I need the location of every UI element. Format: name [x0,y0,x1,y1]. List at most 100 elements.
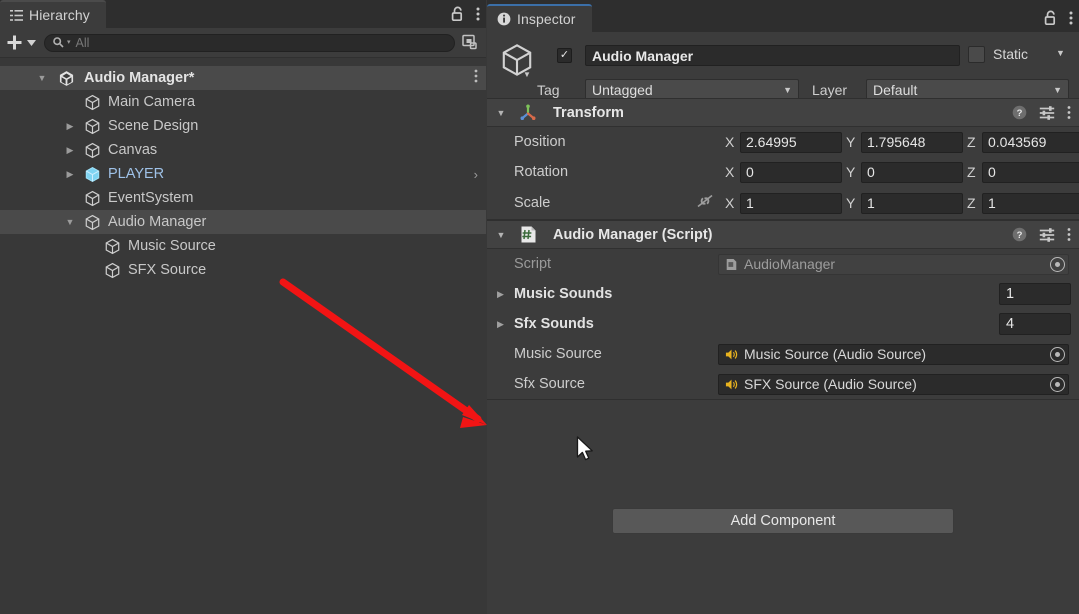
hierarchy-row-player[interactable]: ▶ PLAYER › [0,162,486,186]
position-x-input[interactable]: 2.64995 [740,131,842,153]
lock-open-icon[interactable] [451,6,465,22]
add-component-button[interactable]: Add Component [612,508,954,534]
unity-editor-window: Hierarchy ▾ All ▼ Audio Manager* Main Ca… [0,0,1079,614]
chevron-down-icon: ▼ [783,84,792,95]
layer-dropdown[interactable]: Default ▼ [866,79,1069,100]
tab-hierarchy[interactable]: Hierarchy [0,0,106,28]
axis-z-label: Z [967,134,976,150]
preset-sliders-icon[interactable] [1039,227,1055,242]
hierarchy-row-label: EventSystem [108,190,194,206]
hierarchy-row-audio-manager[interactable]: ▼ Audio Manager [0,210,486,234]
object-picker-icon[interactable] [1050,376,1065,392]
layer-value: Default [873,81,918,98]
scale-z-value: 1 [988,195,996,211]
rotation-y-input[interactable]: 0 [861,161,963,183]
gameobject-cube-icon [84,94,104,111]
foldout-closed-icon[interactable]: ▶ [497,319,504,330]
scale-x-input[interactable]: 1 [740,192,842,214]
kebab-menu-icon[interactable] [1069,10,1073,26]
kebab-menu-icon[interactable] [1067,227,1071,242]
music-sounds-size-input[interactable]: 1 [999,283,1071,305]
music-sounds-row: ▶ Music Sounds 1 [487,279,1079,309]
component-transform: ▼ Transform ? Position X 2.64995 Y 1.795… [487,98,1079,220]
help-icon[interactable]: ? [1012,105,1027,120]
static-label: Static [993,46,1029,62]
tab-inspector[interactable]: Inspector [487,4,592,32]
position-y-input[interactable]: 1.795648 [861,131,963,153]
plus-icon [6,34,23,51]
hierarchy-row-label: Audio Manager [108,214,207,230]
sfx-source-object-field[interactable]: SFX Source (Audio Source) [718,373,1069,395]
scale-y-input[interactable]: 1 [861,192,963,214]
prefab-open-chevron-icon[interactable]: › [474,167,478,182]
transform-header-actions: ? [1012,105,1071,120]
scale-z-input[interactable]: 1 [982,192,1079,214]
hierarchy-row-scene-design[interactable]: ▶ Scene Design [0,114,486,138]
kebab-menu-icon[interactable] [476,6,480,22]
hierarchy-row-audio-manager-scene[interactable]: ▼ Audio Manager* [0,66,486,90]
rotation-z-input[interactable]: 0 [982,161,1079,183]
kebab-menu-icon[interactable] [474,69,478,87]
music-source-object-field[interactable]: Music Source (Audio Source) [718,343,1069,365]
foldout-open-icon[interactable]: ▼ [62,210,78,234]
object-picker-icon[interactable] [1050,346,1065,362]
hierarchy-panel: Hierarchy ▾ All ▼ Audio Manager* Main Ca… [0,0,486,614]
hierarchy-toolbar: ▾ All [0,28,486,58]
gameobject-enabled-checkbox[interactable]: ✓ [557,48,572,63]
audio-manager-script-header[interactable]: ▼ Audio Manager (Script) ? [487,221,1079,249]
foldout-closed-icon[interactable]: ▶ [62,114,78,138]
position-y-value: 1.795648 [867,134,926,150]
foldout-open-icon[interactable]: ▼ [487,108,515,118]
hierarchy-row-main-camera[interactable]: Main Camera [0,90,486,114]
foldout-closed-icon[interactable]: ▶ [497,289,504,300]
gameobject-name-input[interactable]: Audio Manager [585,45,960,66]
axis-y-label: Y [846,164,856,180]
chain-broken-icon[interactable] [694,193,716,214]
gameobject-name-value: Audio Manager [592,47,694,64]
tag-dropdown[interactable]: Untagged ▼ [585,79,799,100]
hierarchy-row-music-source[interactable]: Music Source [0,234,486,258]
unity-scene-icon [58,70,78,87]
scale-y-value: 1 [867,195,875,211]
foldout-closed-icon[interactable]: ▶ [62,162,78,186]
gameobject-icon-dropdown-icon[interactable]: ▼ [523,70,531,79]
audio-manager-script-title: Audio Manager (Script) [553,226,713,243]
transform-header[interactable]: ▼ Transform ? [487,99,1079,127]
hierarchy-tabbar: Hierarchy [0,0,486,28]
scale-x-value: 1 [746,195,754,211]
lock-open-icon[interactable] [1044,10,1058,26]
tab-hierarchy-label: Hierarchy [29,7,90,23]
axis-x-label: X [725,164,735,180]
gameobject-cube-icon [84,214,104,231]
hierarchy-row-label: Audio Manager* [84,70,195,86]
music-sounds-size-value: 1 [1006,286,1015,302]
position-z-input[interactable]: 0.043569 [982,131,1079,153]
inspector-body: ▼ ✓ Audio Manager Static ▼ Tag Untagged … [487,32,1079,614]
static-dropdown-icon[interactable]: ▼ [1056,48,1065,58]
hierarchy-row-canvas[interactable]: ▶ Canvas [0,138,486,162]
music-sounds-label: Music Sounds [514,286,613,302]
script-object-field[interactable]: AudioManager [718,253,1069,275]
foldout-open-icon[interactable]: ▼ [487,230,515,240]
object-picker-icon[interactable] [1050,256,1065,272]
preset-sliders-icon[interactable] [1039,105,1055,120]
chevron-down-icon: ▼ [1053,84,1062,95]
help-icon[interactable]: ? [1012,227,1027,242]
foldout-open-icon[interactable]: ▼ [34,66,50,90]
hierarchy-row-eventsystem[interactable]: EventSystem [0,186,486,210]
static-checkbox[interactable] [968,46,985,63]
cs-script-icon [725,258,738,271]
rotation-x-input[interactable]: 0 [740,161,842,183]
hierarchy-row-sfx-source[interactable]: SFX Source [0,258,486,282]
script-value: AudioManager [744,256,836,272]
foldout-closed-icon[interactable]: ▶ [62,138,78,162]
kebab-menu-icon[interactable] [1067,105,1071,120]
component-audio-manager-script: ▼ Audio Manager (Script) ? Script AudioM… [487,220,1079,400]
sub-scene-toggle-button[interactable] [459,34,486,51]
search-input[interactable]: ▾ All [44,33,455,52]
add-gameobject-button[interactable] [0,34,44,51]
position-z-value: 0.043569 [988,134,1047,150]
audio-manager-header-actions: ? [1012,227,1071,242]
sfx-source-value: SFX Source (Audio Source) [744,376,917,392]
sfx-sounds-size-input[interactable]: 4 [999,313,1071,335]
